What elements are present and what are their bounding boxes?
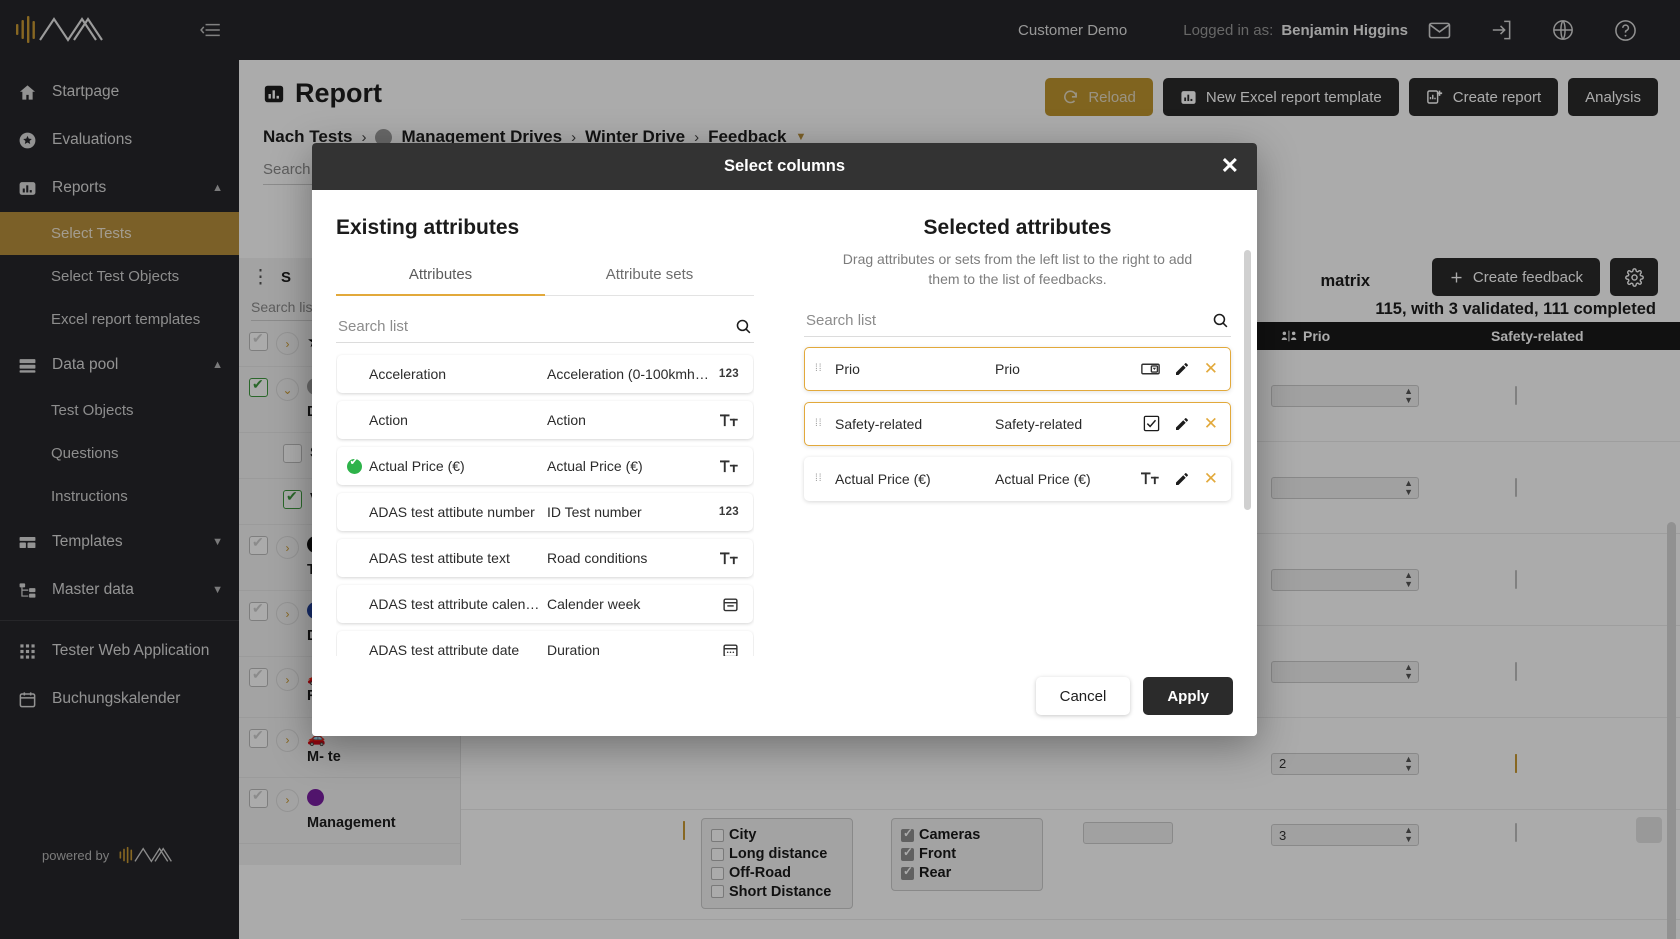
existing-attributes-pane: Existing attributes Attributes Attribute… (312, 190, 782, 656)
text-type-icon (709, 459, 739, 474)
attribute-display-name: Calender week (547, 596, 641, 612)
drag-handle-icon[interactable]: ⁞⁞ (815, 474, 835, 484)
apply-button[interactable]: Apply (1143, 677, 1233, 715)
calendar-type-icon (709, 596, 739, 613)
attribute-name: Acceleration (369, 366, 447, 382)
cancel-button[interactable]: Cancel (1035, 677, 1131, 715)
tab-attributes[interactable]: Attributes (336, 254, 545, 296)
attribute-name: ADAS test attribute calender ... (369, 596, 547, 612)
pencil-icon[interactable] (1174, 361, 1190, 377)
attribute-display-name: Action (547, 412, 586, 428)
number-type-icon: 123 (718, 506, 739, 518)
dropdown-type-icon (1140, 362, 1160, 376)
selected-indicator (347, 455, 369, 474)
attribute-name: Actual Price (€) (369, 458, 465, 474)
number-type-icon: 123 (718, 368, 739, 380)
pencil-icon[interactable] (1174, 471, 1190, 487)
list-item[interactable]: ⁞⁞ Actual Price (€) Actual Price (€) ✕ (804, 456, 1231, 501)
existing-attributes-heading: Existing attributes (336, 216, 520, 239)
attribute-display-name: Prio (995, 360, 1020, 377)
attribute-name: ADAS test attibute number (369, 504, 535, 520)
attribute-name: ADAS test attibute text (369, 550, 510, 566)
attribute-display-name: ID Test number (547, 504, 642, 520)
remove-x-icon[interactable]: ✕ (1204, 360, 1218, 377)
existing-attributes-list[interactable]: Acceleration Acceleration (0-100kmh / Se… (336, 351, 754, 656)
modal-footer: Cancel Apply (312, 656, 1257, 736)
attribute-name: Action (369, 412, 408, 428)
check-circle-icon (347, 455, 362, 474)
modal-title: Select columns (723, 157, 846, 175)
existing-search-input[interactable]: Search list (338, 318, 408, 335)
list-item[interactable]: ⁞⁞ Safety-related Safety-related ✕ (804, 401, 1231, 446)
tab-attribute-sets-label: Attribute sets (605, 266, 694, 283)
list-item[interactable]: Action Action (337, 401, 753, 439)
checkbox-type-icon (1143, 415, 1160, 432)
selected-attributes-pane: Selected attributes Drag attributes or s… (782, 190, 1257, 656)
remove-x-icon[interactable]: ✕ (1204, 470, 1218, 487)
select-columns-modal: Select columns ✕ Existing attributes Att… (312, 143, 1257, 736)
close-icon[interactable]: ✕ (1221, 155, 1239, 177)
search-icon[interactable] (1212, 312, 1229, 329)
list-item[interactable]: Actual Price (€) Actual Price (€) (337, 447, 753, 485)
attribute-display-name: Actual Price (€) (995, 470, 1091, 487)
apply-label: Apply (1167, 687, 1209, 705)
attribute-display-name: Actual Price (€) (547, 458, 643, 474)
list-item[interactable]: ADAS test attribute date Duration (337, 631, 753, 656)
cancel-label: Cancel (1059, 687, 1107, 705)
list-item[interactable]: ADAS test attibute number ID Test number… (337, 493, 753, 531)
selected-search-row[interactable]: Search list (804, 300, 1231, 337)
selected-attributes-heading: Selected attributes (923, 216, 1112, 239)
attribute-display-name: Road conditions (547, 550, 648, 566)
list-item[interactable]: ⁞⁞ Prio Prio ✕ (804, 346, 1231, 391)
list-item[interactable]: ADAS test attribute calender ... Calende… (337, 585, 753, 623)
calendar-dots-type-icon (709, 642, 739, 656)
attribute-name: Actual Price (€) (835, 470, 931, 487)
attribute-name: ADAS test attribute date (369, 642, 520, 656)
text-type-icon (709, 413, 739, 428)
modal-header: Select columns ✕ (312, 143, 1257, 190)
text-type-icon (709, 551, 739, 566)
search-icon[interactable] (735, 318, 752, 335)
attribute-display-name: Duration (547, 642, 600, 656)
pencil-icon[interactable] (1174, 416, 1190, 432)
drag-handle-icon[interactable]: ⁞⁞ (815, 364, 835, 374)
attribute-display-name: Safety-related (995, 415, 1083, 432)
selected-attributes-list[interactable]: ⁞⁞ Prio Prio ✕ ⁞⁞ Safety-related Safety-… (804, 346, 1231, 501)
tab-attributes-label: Attributes (408, 266, 473, 283)
drag-handle-icon[interactable]: ⁞⁞ (815, 419, 835, 429)
attribute-tabs: Attributes Attribute sets (336, 254, 754, 296)
attribute-name: Safety-related (835, 415, 923, 432)
list-item[interactable]: Acceleration Acceleration (0-100kmh / Se… (337, 355, 753, 393)
list-item[interactable]: ADAS test attibute text Road conditions (337, 539, 753, 577)
selected-attributes-subtitle: Drag attributes or sets from the left li… (842, 251, 1193, 288)
modal-scrollbar[interactable] (1244, 250, 1251, 510)
existing-search-row[interactable]: Search list (336, 306, 754, 343)
remove-x-icon[interactable]: ✕ (1204, 415, 1218, 432)
tab-attribute-sets[interactable]: Attribute sets (545, 254, 754, 296)
attribute-name: Prio (835, 360, 860, 377)
text-type-icon (1140, 471, 1160, 486)
selected-search-input[interactable]: Search list (806, 312, 876, 329)
attribute-display-name: Acceleration (0-100kmh / Sec... (547, 366, 709, 382)
